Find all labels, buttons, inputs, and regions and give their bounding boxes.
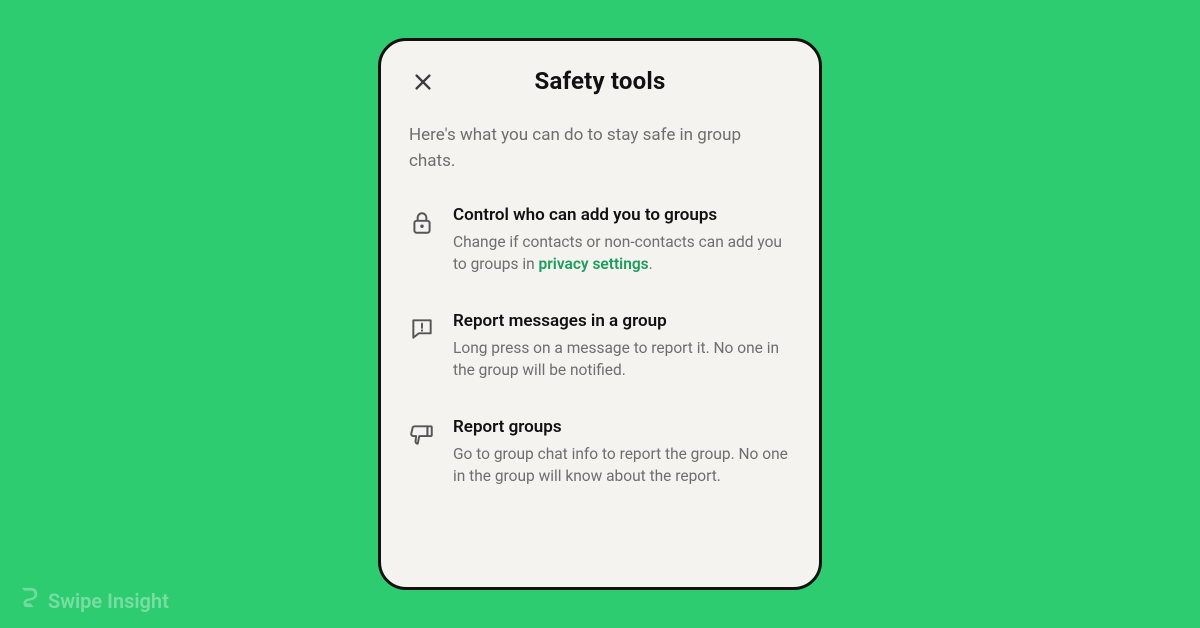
thumbs-down-icon (409, 422, 435, 448)
lock-icon (409, 210, 435, 236)
safety-tools-card: Safety tools Here's what you can do to s… (378, 38, 822, 590)
report-message-icon (409, 316, 435, 342)
item-desc: Go to group chat info to report the grou… (453, 443, 791, 488)
swipe-insight-logo-icon (18, 587, 40, 614)
close-button[interactable] (409, 69, 437, 97)
card-title: Safety tools (409, 67, 791, 95)
item-report-messages: Report messages in a group Long press on… (409, 310, 791, 382)
card-intro: Here's what you can do to stay safe in g… (409, 123, 791, 174)
item-desc: Change if contacts or non-contacts can a… (453, 231, 791, 276)
item-desc-after: . (649, 255, 653, 273)
item-report-groups: Report groups Go to group chat info to r… (409, 416, 791, 488)
item-title: Control who can add you to groups (453, 204, 791, 227)
item-control-groups: Control who can add you to groups Change… (409, 204, 791, 276)
item-desc: Long press on a message to report it. No… (453, 337, 791, 382)
item-title: Report groups (453, 416, 791, 439)
card-header: Safety tools (409, 67, 791, 101)
item-title: Report messages in a group (453, 310, 791, 333)
privacy-settings-link[interactable]: privacy settings (539, 255, 649, 273)
close-icon (412, 71, 434, 96)
watermark: Swipe Insight (18, 587, 169, 614)
watermark-text: Swipe Insight (48, 589, 169, 613)
